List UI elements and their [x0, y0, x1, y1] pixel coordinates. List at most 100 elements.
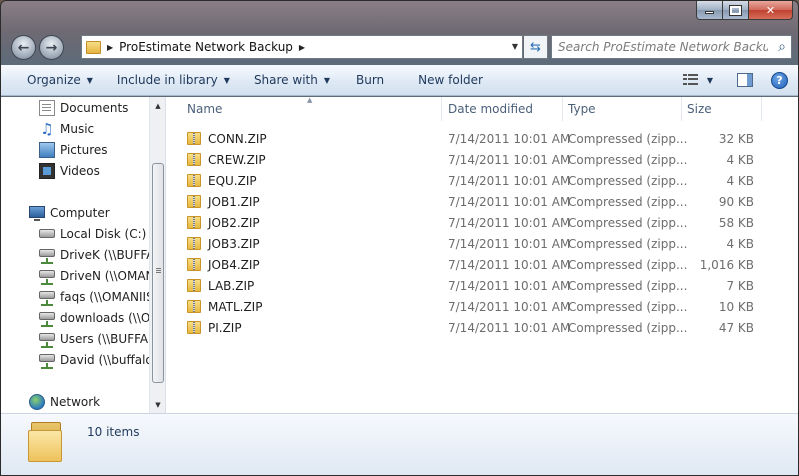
scroll-thumb[interactable] — [152, 163, 164, 383]
nav-item-local-disk[interactable]: Local Disk (C:) — [39, 223, 165, 244]
local-disk-icon — [39, 229, 55, 238]
nav-item-label: Documents — [60, 100, 129, 115]
forward-button[interactable]: → — [39, 35, 64, 60]
change-view-icon[interactable] — [682, 74, 699, 86]
burn-button[interactable]: Burn — [348, 69, 392, 91]
new-folder-button[interactable]: New folder — [410, 69, 491, 91]
command-bar: Organize ▼ Include in library ▼ Share wi… — [1, 65, 798, 96]
content-area: Documents ♫ Music Pictures Videos Comput… — [1, 96, 798, 413]
file-row[interactable]: JOB3.ZIP 7/14/2011 10:01 AM Compressed (… — [167, 233, 798, 254]
file-date: 7/14/2011 10:01 AM — [448, 215, 571, 230]
file-name-cell: CONN.ZIP — [187, 128, 267, 149]
nav-item-documents[interactable]: Documents — [39, 97, 165, 118]
nav-item-label: Music — [60, 121, 95, 136]
scroll-down-icon[interactable]: ▼ — [150, 396, 165, 413]
nav-item-computer[interactable]: Computer — [29, 202, 165, 223]
file-name: CONN.ZIP — [208, 131, 267, 146]
include-in-library-label: Include in library — [116, 73, 218, 87]
file-row[interactable]: MATL.ZIP 7/14/2011 10:01 AM Compressed (… — [167, 296, 798, 317]
music-icon: ♫ — [40, 119, 54, 138]
preview-pane-icon[interactable] — [737, 73, 753, 87]
file-row[interactable]: EQU.ZIP 7/14/2011 10:01 AM Compressed (z… — [167, 170, 798, 191]
file-type: Compressed (zipp... — [568, 173, 688, 188]
zip-folder-icon — [187, 216, 201, 229]
breadcrumb-trailing-arrow-icon[interactable]: ▶ — [299, 43, 305, 52]
share-with-menu[interactable]: Share with ▼ — [246, 69, 338, 91]
file-row[interactable]: JOB1.ZIP 7/14/2011 10:01 AM Compressed (… — [167, 191, 798, 212]
network-drive-icon — [39, 290, 55, 306]
scroll-up-icon[interactable]: ▲ — [150, 97, 165, 114]
nav-item-downloads[interactable]: downloads (\\OM — [39, 307, 165, 328]
organize-label: Organize — [27, 73, 81, 87]
zip-folder-icon — [187, 153, 201, 166]
refresh-button[interactable]: ⇆ — [524, 35, 548, 59]
nav-item-label: Computer — [50, 205, 110, 220]
nav-item-david[interactable]: David (\\buffalo\ — [39, 349, 165, 370]
back-button[interactable]: ← — [11, 35, 36, 60]
file-type: Compressed (zipp... — [568, 194, 688, 209]
file-row[interactable]: CONN.ZIP 7/14/2011 10:01 AM Compressed (… — [167, 128, 798, 149]
zip-folder-icon — [187, 237, 201, 250]
search-input[interactable] — [558, 40, 768, 54]
file-name-cell: JOB1.ZIP — [187, 191, 260, 212]
nav-item-videos[interactable]: Videos — [39, 160, 165, 181]
file-type: Compressed (zipp... — [568, 131, 688, 146]
zip-folder-icon — [187, 174, 201, 187]
nav-item-drivek[interactable]: DriveK (\\BUFFAL — [39, 244, 165, 265]
large-folder-icon — [28, 422, 66, 462]
file-type: Compressed (zipp... — [568, 257, 688, 272]
column-header-size[interactable]: Size — [682, 97, 762, 121]
chevron-down-icon: ▼ — [86, 75, 93, 85]
nav-scrollbar[interactable]: ▲ ▼ — [149, 97, 165, 413]
nav-item-network[interactable]: Network — [29, 391, 165, 412]
file-row[interactable]: LAB.ZIP 7/14/2011 10:01 AM Compressed (z… — [167, 275, 798, 296]
file-size: 10 KB — [718, 299, 754, 314]
file-date: 7/14/2011 10:01 AM — [448, 236, 571, 251]
close-icon: ✕ — [765, 3, 776, 17]
column-header-type[interactable]: Type — [563, 97, 682, 121]
maximize-button[interactable] — [723, 1, 749, 20]
column-header-name[interactable]: Name ▲ — [167, 96, 442, 121]
file-type: Compressed (zipp... — [568, 320, 688, 335]
nav-item-music[interactable]: ♫ Music — [39, 118, 165, 139]
help-icon[interactable]: ? — [771, 71, 788, 89]
nav-item-label: Network — [50, 394, 101, 409]
file-type: Compressed (zipp... — [568, 278, 688, 293]
zip-folder-icon — [187, 279, 201, 292]
breadcrumb-current[interactable]: ProEstimate Network Backup — [119, 40, 293, 54]
address-bar[interactable]: ▶ ProEstimate Network Backup ▶ ▼ — [81, 35, 523, 59]
file-list: Name ▲ Date modified Type Size CONN.ZIP … — [167, 96, 798, 413]
network-icon — [29, 393, 45, 410]
title-bar[interactable]: ✕ — [1, 1, 798, 31]
breadcrumb-arrow-icon[interactable]: ▶ — [107, 43, 113, 52]
column-header-date[interactable]: Date modified — [442, 97, 563, 121]
item-count: 10 items — [87, 425, 140, 439]
nav-item-label: Users (\\BUFFALC — [60, 331, 164, 346]
nav-item-pictures[interactable]: Pictures — [39, 139, 165, 160]
nav-item-driven[interactable]: DriveN (\\OMAN — [39, 265, 165, 286]
nav-item-users[interactable]: Users (\\BUFFALC — [39, 328, 165, 349]
back-arrow-icon: ← — [17, 39, 30, 56]
file-type: Compressed (zipp... — [568, 215, 688, 230]
file-size: 90 KB — [718, 194, 754, 209]
network-drive-icon — [39, 353, 55, 369]
network-drive-icon — [39, 311, 55, 327]
include-in-library-menu[interactable]: Include in library ▼ — [109, 69, 238, 91]
file-row[interactable]: PI.ZIP 7/14/2011 10:01 AM Compressed (zi… — [167, 317, 798, 338]
file-name: JOB4.ZIP — [208, 257, 260, 272]
nav-item-faqs[interactable]: faqs (\\OMANIIS) — [39, 286, 165, 307]
network-drive-icon — [39, 332, 55, 348]
minimize-button[interactable] — [696, 1, 723, 20]
views-dropdown-icon[interactable]: ▼ — [707, 76, 713, 85]
file-row[interactable]: JOB2.ZIP 7/14/2011 10:01 AM Compressed (… — [167, 212, 798, 233]
search-icon[interactable]: ⌕ — [778, 39, 786, 55]
organize-menu[interactable]: Organize ▼ — [19, 69, 101, 91]
file-name-cell: JOB3.ZIP — [187, 233, 260, 254]
search-box[interactable]: ⌕ — [551, 35, 792, 59]
caption-buttons: ✕ — [696, 1, 793, 20]
file-row[interactable]: JOB4.ZIP 7/14/2011 10:01 AM Compressed (… — [167, 254, 798, 275]
file-row[interactable]: CREW.ZIP 7/14/2011 10:01 AM Compressed (… — [167, 149, 798, 170]
close-button[interactable]: ✕ — [749, 1, 793, 20]
file-date: 7/14/2011 10:01 AM — [448, 152, 571, 167]
address-dropdown-icon[interactable]: ▼ — [512, 42, 518, 51]
